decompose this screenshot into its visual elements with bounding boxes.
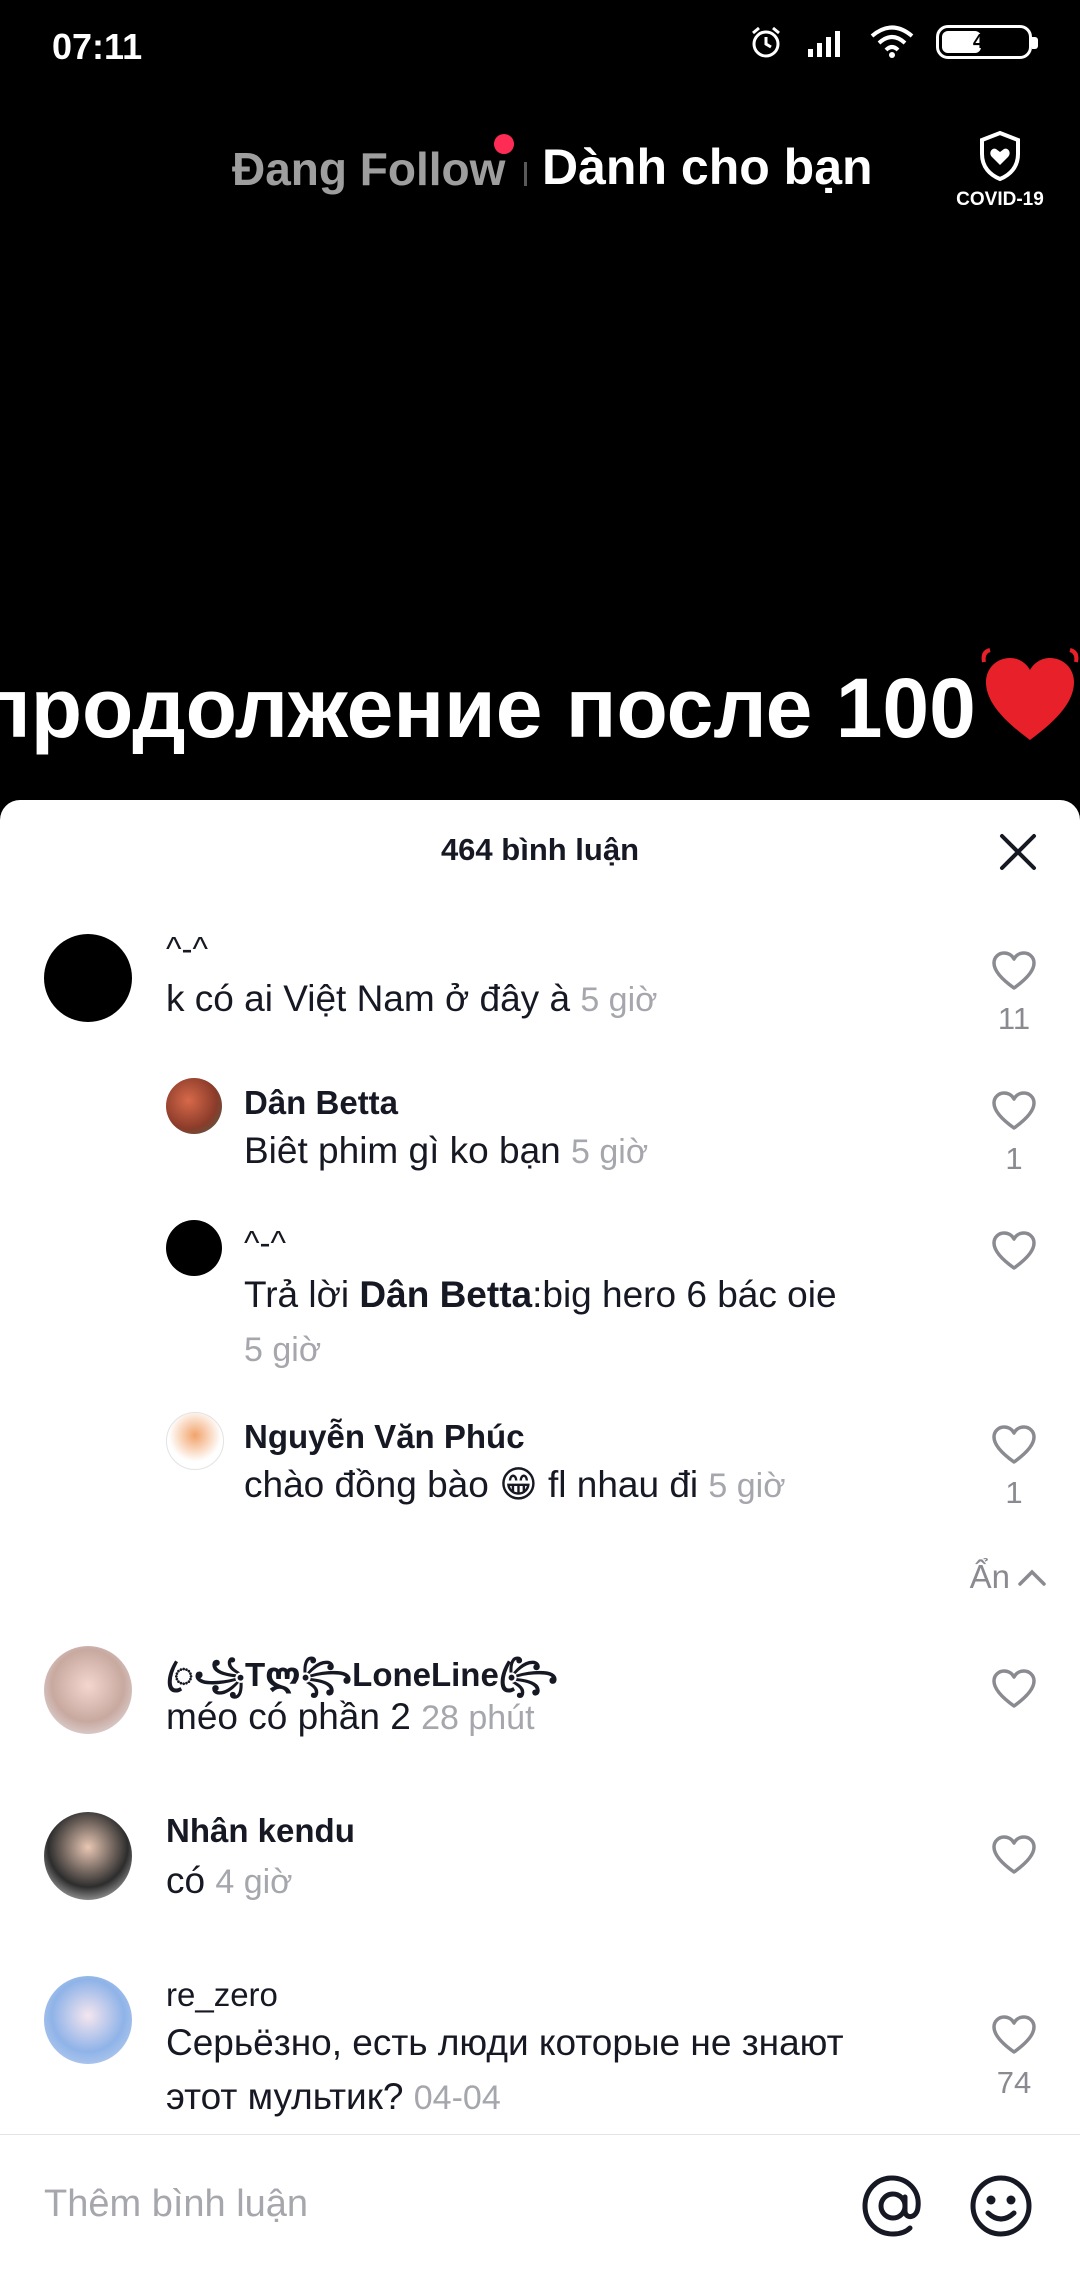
comment-author[interactable]: Nhân kendu bbox=[166, 1812, 355, 1850]
status-time: 07:11 bbox=[52, 26, 143, 67]
avatar[interactable] bbox=[44, 1646, 132, 1734]
comment-text: méo có phần 2 28 phút bbox=[166, 1690, 535, 1745]
heart-outline-icon bbox=[992, 2015, 1036, 2054]
reply-to-user[interactable]: Dân Betta bbox=[359, 1274, 532, 1315]
like-button[interactable] bbox=[990, 1834, 1038, 1881]
comment-body: Серьёзно, есть люди которые не знают bbox=[166, 2022, 844, 2063]
heart-outline-icon bbox=[992, 1231, 1036, 1270]
comment-text: Biêt phim gì ko bạn 5 giờ bbox=[244, 1124, 648, 1179]
signal-icon bbox=[808, 31, 840, 57]
comment-time: 4 giờ bbox=[215, 1863, 293, 1901]
shield-icon bbox=[980, 130, 1020, 182]
comment-time: 04-04 bbox=[413, 2079, 501, 2117]
reply-prefix: Trả lời bbox=[244, 1274, 360, 1315]
comment-time: 5 giờ bbox=[244, 1331, 322, 1369]
heart-emoji-icon bbox=[981, 648, 1079, 740]
comment-time: 5 giờ bbox=[571, 1133, 649, 1171]
new-content-dot bbox=[494, 134, 514, 154]
avatar[interactable] bbox=[44, 934, 132, 1022]
status-icons: 47 bbox=[748, 24, 1038, 60]
covid-button[interactable]: COVID-19 bbox=[948, 130, 1052, 211]
chevron-up-icon bbox=[1018, 1569, 1046, 1586]
comment-text: có 4 giờ bbox=[166, 1854, 292, 1909]
comment-body: :big hero 6 bác oie bbox=[532, 1274, 837, 1315]
tab-for-you[interactable]: Dành cho bạn bbox=[542, 138, 873, 196]
emoji-icon[interactable] bbox=[968, 2173, 1034, 2239]
comment-item: re_zero Серьёзно, есть люди которые не з… bbox=[0, 1976, 1080, 2136]
reply-item: Dân Betta Biêt phim gì ko bạn 5 giờ 1 bbox=[0, 1078, 1080, 1188]
like-button[interactable] bbox=[990, 1230, 1038, 1277]
comment-text: chào đồng bào 😁 fl nhau đi 5 giờ bbox=[244, 1458, 786, 1513]
video-caption-text: продолжение после 100 bbox=[0, 661, 976, 755]
heart-outline-icon bbox=[992, 1835, 1036, 1874]
like-count: 11 bbox=[997, 1001, 1031, 1036]
nav-divider bbox=[524, 162, 527, 186]
avatar[interactable] bbox=[166, 1220, 222, 1276]
like-button[interactable]: 1 bbox=[990, 1424, 1038, 1511]
avatar[interactable] bbox=[44, 1976, 132, 2064]
tab-following[interactable]: Đang Follow bbox=[232, 142, 505, 196]
comment-author[interactable]: ^-^ bbox=[244, 1224, 286, 1262]
battery-level: 47 bbox=[972, 30, 996, 53]
like-count: 1 bbox=[1005, 1141, 1023, 1176]
comment-text: Trả lời Dân Betta:big hero 6 bác oie 5 g… bbox=[244, 1268, 944, 1377]
mention-icon[interactable] bbox=[860, 2173, 926, 2239]
collapse-replies-button[interactable]: Ẩn bbox=[970, 1558, 1048, 1596]
like-button[interactable] bbox=[990, 1668, 1038, 1715]
top-nav: Đang Follow Dành cho bạn COVID-19 bbox=[0, 130, 1080, 210]
close-icon[interactable] bbox=[996, 830, 1040, 874]
heart-outline-icon bbox=[992, 1669, 1036, 1708]
avatar[interactable] bbox=[166, 1412, 224, 1470]
comment-item: ꦿ꧁Tლ꧂LoneLine꧂ꦿ méo có phần 2 28 phút bbox=[0, 1646, 1080, 1776]
avatar[interactable] bbox=[44, 1812, 132, 1900]
comments-header: 464 bình luận bbox=[0, 800, 1080, 900]
comment-time: 5 giờ bbox=[708, 1467, 786, 1505]
like-count: 1 bbox=[1005, 1475, 1023, 1510]
comment-author[interactable]: Nguyễn Văn Phúc bbox=[244, 1418, 525, 1456]
comment-item: ^-^ k có ai Việt Nam ở đây à 5 giờ 11 bbox=[0, 930, 1080, 1060]
comment-text: Серьёзно, есть люди которые не знают это… bbox=[166, 2016, 966, 2125]
comment-body: этот мультик? bbox=[166, 2076, 404, 2117]
comment-author[interactable]: Dân Betta bbox=[244, 1084, 398, 1122]
comment-time: 5 giờ bbox=[580, 981, 658, 1019]
collapse-label: Ẩn bbox=[969, 1558, 1010, 1595]
comment-body: Biêt phim gì ko bạn bbox=[244, 1130, 561, 1171]
comment-body: méo có phần 2 bbox=[166, 1696, 411, 1737]
covid-label: COVID-19 bbox=[956, 189, 1044, 210]
comment-author[interactable]: re_zero bbox=[166, 1976, 278, 2014]
battery-tip bbox=[1032, 37, 1038, 49]
comment-item: Nhân kendu có 4 giờ bbox=[0, 1812, 1080, 1942]
heart-outline-icon bbox=[992, 1091, 1036, 1130]
comment-body: có bbox=[166, 1860, 206, 1901]
comment-body: k có ai Việt Nam ở đây à bbox=[166, 978, 571, 1019]
comments-count-title: 464 bình luận bbox=[440, 832, 640, 867]
comment-time: 28 phút bbox=[421, 1699, 535, 1737]
reply-item: ^-^ Trả lời Dân Betta:big hero 6 bác oie… bbox=[0, 1220, 1080, 1380]
like-count: 74 bbox=[996, 2065, 1032, 2100]
battery-indicator: 47 bbox=[936, 25, 1038, 59]
comment-text: k có ai Việt Nam ở đây à 5 giờ bbox=[166, 972, 657, 1027]
heart-outline-icon bbox=[992, 951, 1036, 990]
alarm-icon bbox=[752, 26, 780, 58]
comment-body: chào đồng bào 😁 fl nhau đi bbox=[244, 1464, 699, 1505]
comment-input[interactable]: Thêm bình luận bbox=[44, 2183, 308, 2226]
video-caption: продолжение после 100 bbox=[0, 660, 1080, 760]
reply-item: Nguyễn Văn Phúc chào đồng bào 😁 fl nhau … bbox=[0, 1412, 1080, 1532]
status-bar: 07:11 47 bbox=[0, 0, 1080, 100]
wifi-icon bbox=[870, 25, 914, 58]
comment-input-bar: Thêm bình luận bbox=[0, 2134, 1080, 2281]
comments-sheet: 464 bình luận ^-^ k có ai Việt Nam ở đây… bbox=[0, 800, 1080, 2280]
like-button[interactable]: 74 bbox=[990, 2014, 1038, 2101]
like-button[interactable]: 11 bbox=[990, 950, 1038, 1037]
avatar[interactable] bbox=[166, 1078, 222, 1134]
like-button[interactable]: 1 bbox=[990, 1090, 1038, 1177]
comment-author[interactable]: ^-^ bbox=[166, 930, 208, 968]
heart-outline-icon bbox=[992, 1425, 1036, 1464]
